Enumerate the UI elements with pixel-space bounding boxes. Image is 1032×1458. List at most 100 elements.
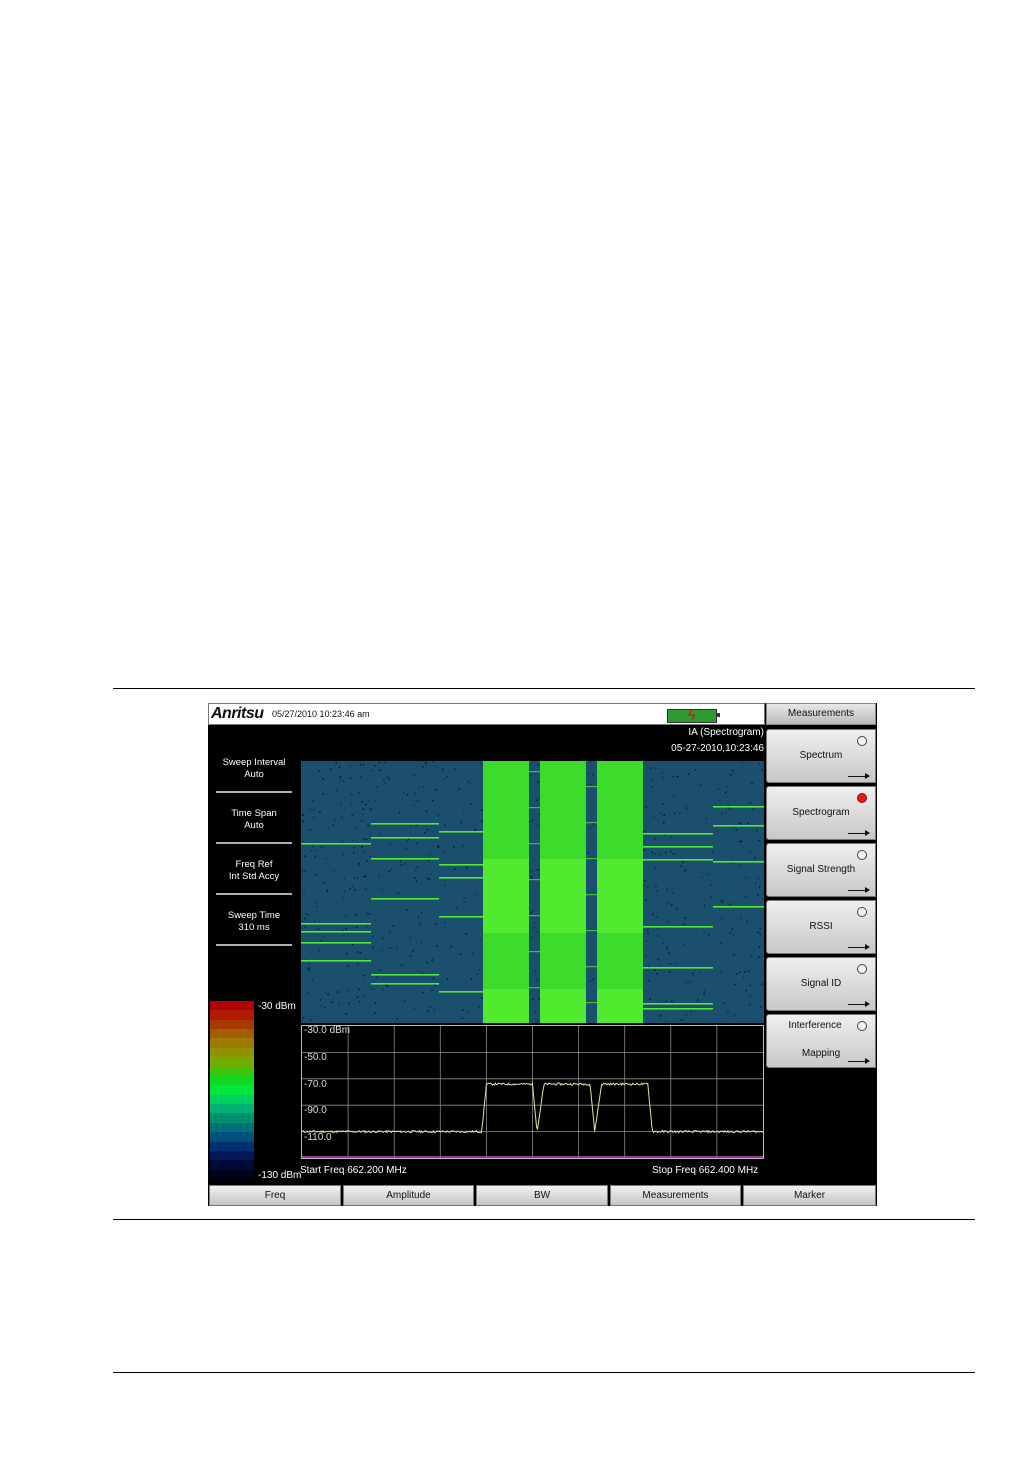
noise-dot	[361, 813, 364, 815]
softkey-interference-mapping[interactable]: Interference Mapping	[766, 1014, 876, 1068]
softkey-signal-strength[interactable]: Signal Strength	[766, 843, 876, 897]
noise-dot	[662, 777, 664, 779]
noise-dot	[441, 768, 444, 771]
instrument-screen: Anritsu 05/27/2010 10:23:46 am ϟ IA (Spe…	[208, 703, 877, 1206]
noise-dot	[376, 976, 378, 979]
noise-dot	[382, 779, 385, 781]
charging-bolt-icon: ϟ	[688, 707, 696, 723]
noise-dot	[410, 955, 413, 958]
signal-trace-line	[529, 843, 540, 845]
noise-dot	[437, 814, 440, 817]
softkey-label-line2: Mapping	[801, 1048, 841, 1059]
noise-dot	[369, 855, 372, 857]
noise-dot	[421, 911, 423, 914]
menu-marker-button[interactable]: Marker	[743, 1185, 876, 1206]
noise-dot	[480, 762, 483, 765]
noise-dot	[699, 972, 701, 974]
softkey-spectrum[interactable]: Spectrum	[766, 729, 876, 783]
param-name: Sweep Time	[227, 910, 281, 921]
noise-dot	[313, 809, 316, 811]
noise-dot	[654, 838, 656, 840]
noise-dot	[651, 778, 653, 780]
noise-dot	[340, 803, 342, 806]
spectrum-trace-panel	[301, 1025, 764, 1159]
noise-dot	[320, 846, 323, 848]
noise-dot	[668, 952, 670, 954]
signal-trace-line	[713, 825, 764, 827]
mode-name: IA (Spectrogram)	[688, 727, 764, 738]
noise-dot	[349, 777, 352, 780]
noise-dot	[332, 824, 334, 826]
noise-dot	[707, 873, 710, 876]
softkey-spectrogram[interactable]: Spectrogram	[766, 786, 876, 840]
noise-dot	[467, 1011, 469, 1014]
softkey-signal-id[interactable]: Signal ID	[766, 957, 876, 1011]
noise-dot	[379, 969, 382, 971]
signal-trace-line	[586, 786, 597, 788]
param-divider	[216, 944, 292, 946]
noise-dot	[759, 927, 761, 929]
signal-trace-line	[439, 916, 483, 918]
noise-dot	[406, 909, 408, 911]
noise-dot	[343, 878, 345, 880]
noise-dot	[424, 762, 427, 765]
title-bar: Anritsu 05/27/2010 10:23:46 am ϟ	[208, 703, 765, 725]
noise-dot	[684, 870, 686, 873]
noise-dot	[743, 846, 745, 848]
noise-dot	[365, 838, 368, 841]
noise-dot	[388, 870, 391, 873]
noise-dot	[729, 932, 732, 934]
menu-freq-button[interactable]: Freq	[209, 1185, 341, 1206]
menu-amplitude-button[interactable]: Amplitude	[343, 1185, 474, 1206]
noise-dot	[313, 816, 315, 819]
noise-dot	[666, 902, 668, 905]
noise-dot	[740, 917, 742, 919]
noise-dot	[436, 945, 438, 948]
softkey-label: RSSI	[809, 921, 833, 932]
noise-dot	[379, 769, 381, 771]
noise-dot	[665, 1020, 668, 1023]
noise-dot	[356, 951, 359, 953]
param-freq-ref: Freq Ref Int Std Accy	[216, 859, 292, 883]
param-sweep-interval: Sweep Interval Auto	[216, 757, 292, 781]
noise-dot	[432, 800, 434, 802]
softkey-rssi[interactable]: RSSI	[766, 900, 876, 954]
noise-dot	[700, 784, 702, 786]
signal-trace-line	[713, 806, 764, 808]
noise-dot	[362, 838, 365, 840]
noise-dot	[314, 850, 316, 852]
noise-dot	[651, 851, 653, 853]
noise-dot	[645, 940, 648, 942]
noise-dot	[465, 933, 467, 935]
noise-dot	[666, 947, 668, 950]
noise-dot	[357, 963, 359, 966]
menu-measurements-button[interactable]: Measurements	[610, 1185, 741, 1206]
noise-dot	[469, 803, 472, 805]
noise-dot	[304, 870, 307, 872]
noise-dot	[720, 942, 722, 944]
noise-dot	[389, 947, 392, 949]
noise-dot	[312, 800, 314, 803]
param-name: Time Span	[231, 808, 277, 819]
noise-dot	[362, 975, 365, 977]
noise-dot	[358, 791, 360, 794]
noise-dot	[398, 811, 401, 814]
noise-dot	[349, 888, 351, 890]
signal-trace-line	[439, 877, 483, 879]
noise-dot	[749, 802, 751, 804]
noise-dot	[450, 945, 452, 948]
noise-dot	[418, 787, 421, 789]
noise-dot	[382, 989, 384, 991]
noise-dot	[470, 978, 473, 980]
noise-dot	[424, 832, 426, 834]
noise-dot	[732, 935, 734, 937]
noise-dot	[351, 943, 354, 946]
noise-dot	[349, 765, 351, 767]
signal-trace-line	[371, 898, 439, 900]
noise-dot	[657, 958, 659, 961]
ref-level-label: -50.0	[304, 1052, 327, 1063]
menu-bw-button[interactable]: BW	[476, 1185, 608, 1206]
noise-dot	[376, 786, 378, 788]
noise-dot	[310, 850, 312, 852]
noise-dot	[417, 866, 419, 868]
